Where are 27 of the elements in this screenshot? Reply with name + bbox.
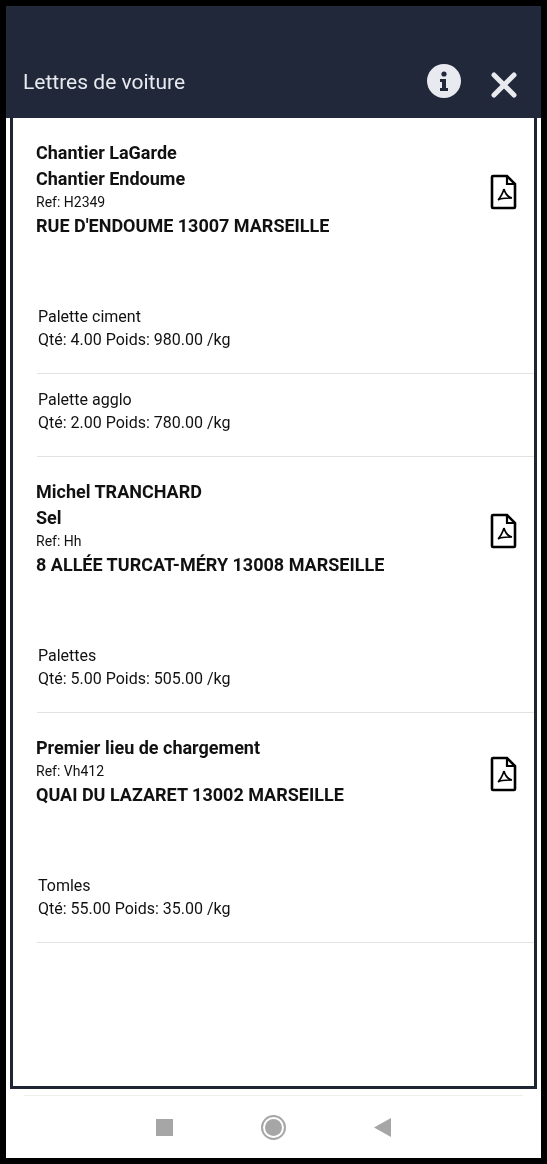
reference-text: Ref: H2349 [36, 193, 107, 212]
screen-title: Lettres de voiture [23, 69, 187, 96]
pdf-file-icon[interactable] [490, 512, 518, 549]
address-text: QUAI DU LAZARET 13002 MARSEILLE [36, 783, 345, 807]
item-details: Qté: 55.00 Poids: 35.00 /kg [38, 898, 232, 920]
address-text: RUE D'ENDOUME 13007 MARSEILLE [36, 214, 331, 238]
stop-name: Michel TRANCHARD [36, 480, 203, 504]
stop-name: Chantier LaGarde [36, 141, 178, 165]
item-name: Palette ciment [38, 306, 142, 328]
reference-text: Ref: Vh412 [36, 762, 105, 781]
item-details: Qté: 4.00 Poids: 980.00 /kg [38, 329, 232, 351]
close-icon [491, 72, 517, 98]
info-icon [427, 64, 461, 98]
item-details: Qté: 2.00 Poids: 780.00 /kg [38, 412, 232, 434]
item-details: Qté: 5.00 Poids: 505.00 /kg [38, 668, 232, 690]
pdf-file-icon[interactable] [490, 755, 518, 792]
stop-name: Sel [36, 506, 63, 530]
info-button[interactable] [427, 64, 461, 98]
reference-text: Ref: Hh [36, 532, 83, 551]
stop-name: Premier lieu de chargement [36, 736, 262, 760]
item-name: Tomles [38, 875, 92, 897]
stop-name: Chantier Endoume [36, 167, 187, 191]
close-button[interactable] [491, 72, 517, 98]
item-name: Palettes [38, 645, 98, 667]
pdf-file-icon[interactable] [490, 173, 518, 210]
item-name: Palette agglo [38, 389, 133, 411]
address-text: 8 ALLÉE TURCAT-MÉRY 13008 MARSEILLE [36, 553, 386, 577]
